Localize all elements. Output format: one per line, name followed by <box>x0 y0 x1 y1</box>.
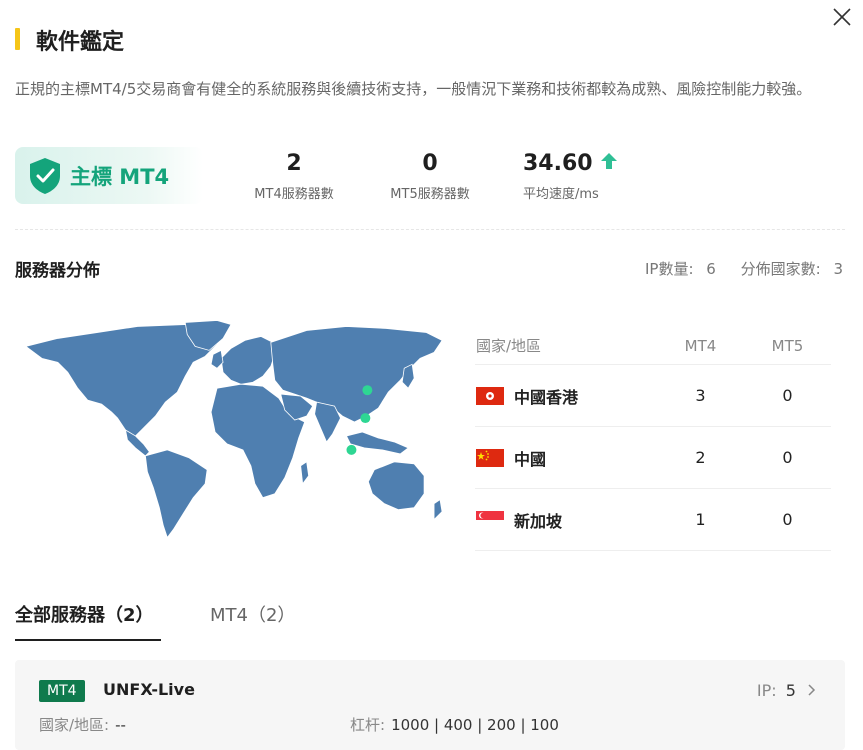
server-card[interactable]: MT4 UNFX-Live IP: 5 國家/地區: -- 杠杆: 1000 | 4… <box>15 660 845 750</box>
table-row: 中國 2 0 <box>475 426 831 489</box>
stat-label: MT5服務器數 <box>390 187 470 202</box>
mt5-count: 0 <box>744 426 831 489</box>
country-label: 國家/地區: <box>39 716 110 734</box>
mt4-count: 2 <box>657 426 744 489</box>
hong-kong-flag-icon <box>476 386 504 405</box>
ip-value: 5 <box>785 681 796 700</box>
stat-value: 2 <box>286 151 302 176</box>
server-country: 國家/地區: -- <box>39 714 126 735</box>
table-row: 中國香港 3 0 <box>475 364 831 427</box>
platform-tag: MT4 <box>39 680 85 702</box>
singapore-flag-icon <box>476 510 504 529</box>
stat-label: 平均速度/ms <box>523 187 599 202</box>
description-text: 正規的主標MT4/5交易商會有健全的系統服務與後續技術支持，一般情況下業務和技術… <box>15 80 812 98</box>
title-accent-bar <box>15 28 20 50</box>
server-marker <box>360 413 371 424</box>
column-header: 國家/地區 <box>476 337 542 355</box>
country-name: 中國 <box>514 449 547 469</box>
server-marker <box>346 444 357 455</box>
distribution-title: 服務器分佈 <box>15 261 100 281</box>
stat-average-speed: 34.60 平均速度/ms <box>523 150 633 202</box>
column-header: MT5 <box>771 336 804 355</box>
ip-count-value: 6 <box>706 260 716 278</box>
country-count-value: 3 <box>833 260 843 278</box>
country-count-label: 分佈國家數: <box>740 260 821 278</box>
ip-count-label: IP數量: <box>644 260 694 278</box>
server-ip-link[interactable]: IP: 5 <box>757 681 817 700</box>
stat-value: 34.60 <box>523 151 593 176</box>
mt4-count: 3 <box>657 364 744 427</box>
active-tab-indicator <box>15 639 161 641</box>
country-value: -- <box>115 716 126 734</box>
stat-value: 0 <box>422 151 438 176</box>
stat-mt4-servers: 2 MT4服務器數 <box>243 150 345 202</box>
mt4-license-badge: 主標 MT4 <box>15 147 203 204</box>
distribution-summary: IP數量: 6 分佈國家數: 3 <box>641 258 843 279</box>
server-tabs: 全部服務器（2） MT4（2） <box>15 601 845 641</box>
leverage-value: 1000 | 400 | 200 | 100 <box>391 716 559 734</box>
mt5-count: 0 <box>744 364 831 427</box>
server-leverage: 杠杆: 1000 | 400 | 200 | 100 <box>350 714 559 735</box>
world-map <box>25 320 443 539</box>
country-name: 新加坡 <box>514 511 563 531</box>
country-table: 國家/地區 MT4 MT5 中國香港 3 0 中國 2 0 新加坡 1 0 <box>475 327 831 551</box>
server-name: UNFX-Live <box>103 680 195 699</box>
page-title: 軟件鑑定 <box>36 30 125 55</box>
shield-check-icon <box>30 158 60 194</box>
section-divider <box>15 229 845 230</box>
mt5-count: 0 <box>744 488 831 551</box>
mt4-count: 1 <box>657 488 744 551</box>
close-button[interactable] <box>829 4 855 30</box>
server-marker <box>362 385 373 396</box>
column-header: MT4 <box>684 336 717 355</box>
tab-all-servers[interactable]: 全部服務器（2） <box>15 601 154 627</box>
chevron-right-icon <box>808 684 816 696</box>
table-row: 新加坡 1 0 <box>475 488 831 551</box>
badge-label: 主標 MT4 <box>70 165 170 189</box>
country-name: 中國香港 <box>514 387 579 407</box>
stat-mt5-servers: 0 MT5服務器數 <box>378 150 482 202</box>
stat-label: MT4服務器數 <box>254 187 334 202</box>
leverage-label: 杠杆: <box>350 716 386 734</box>
close-icon[interactable] <box>829 4 855 30</box>
ip-label: IP: <box>756 681 777 700</box>
arrow-up-icon <box>601 153 618 169</box>
table-header-row: 國家/地區 MT4 MT5 <box>475 327 831 365</box>
china-flag-icon <box>476 448 504 467</box>
tab-mt4[interactable]: MT4（2） <box>210 601 295 627</box>
